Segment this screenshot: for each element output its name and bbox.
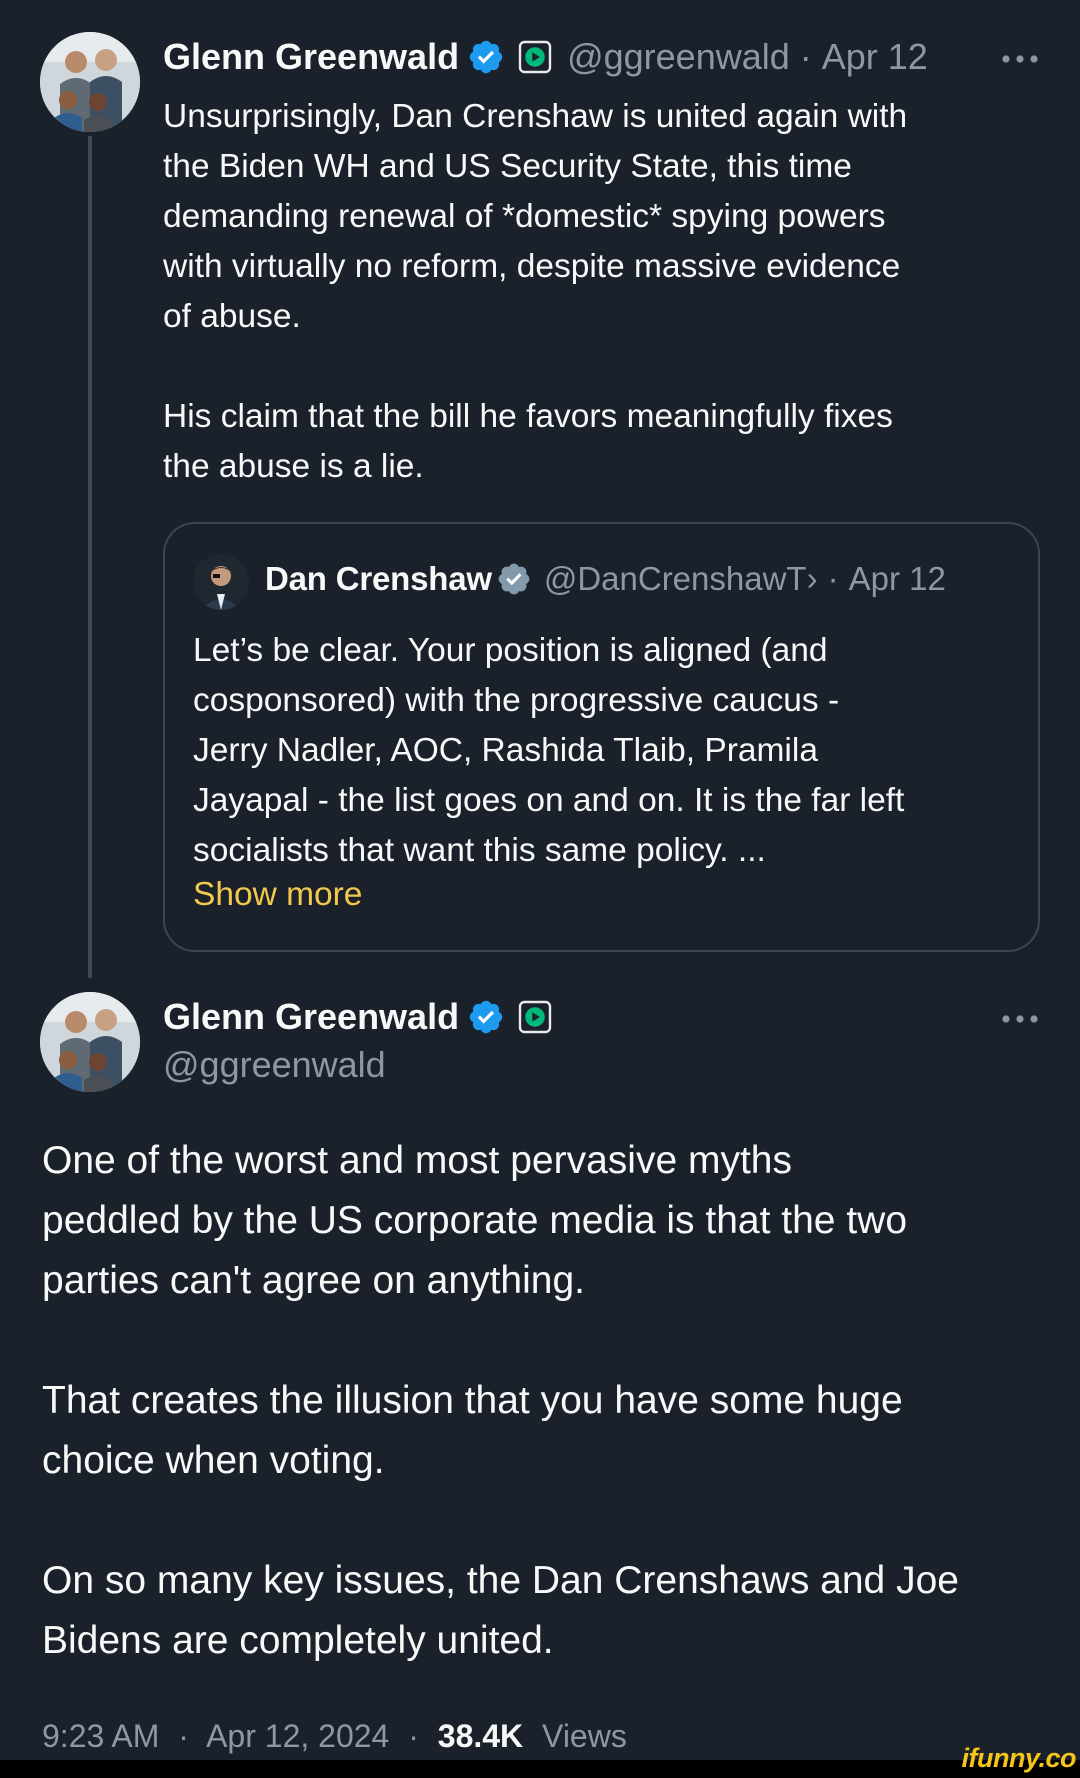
show-more-link[interactable]: Show more [193, 876, 362, 914]
quote-header: Dan Crenshaw @DanCrenshawT› · Apr 12 [265, 560, 946, 598]
tweet-thread-screen: Glenn Greenwald @ggreenwald · Apr 12 Uns… [0, 0, 1080, 1760]
separator-dot: · [408, 1718, 419, 1754]
avatar-photo [193, 554, 249, 610]
avatar-photo [40, 992, 140, 1092]
views-count[interactable]: 38.4K [438, 1718, 523, 1754]
avatar[interactable] [40, 32, 140, 132]
thread-connector-line [88, 136, 92, 978]
handle[interactable]: @ggreenwald [567, 36, 790, 78]
footer-bar [0, 1760, 1080, 1778]
separator-dot: · [799, 36, 812, 77]
parent-tweet-header: Glenn Greenwald @ggreenwald · Apr 12 [163, 36, 928, 78]
ifunny-watermark: ifunny.co [961, 1743, 1077, 1773]
verified-badge-icon[interactable] [467, 998, 505, 1036]
display-name[interactable]: Glenn Greenwald [163, 36, 459, 78]
parent-tweet-text: Unsurprisingly, Dan Crenshaw is united a… [163, 98, 908, 485]
quote-display-name[interactable]: Dan Crenshaw [265, 560, 492, 598]
play-badge-icon[interactable] [517, 999, 553, 1035]
quote-text: Let’s be clear. Your position is aligned… [193, 632, 905, 869]
verified-badge-icon[interactable] [467, 38, 505, 76]
avatar-photo [40, 32, 140, 132]
tweet-full-date[interactable]: Apr 12, 2024 [206, 1718, 389, 1754]
play-badge-icon[interactable] [517, 39, 553, 75]
quote-avatar[interactable] [193, 554, 249, 610]
main-tweet-header: Glenn Greenwald [163, 996, 553, 1038]
separator-dot: · [827, 560, 839, 597]
tweet-meta: 9:23 AM · Apr 12, 2024 · 38.4K Views [42, 1718, 627, 1755]
display-name[interactable]: Glenn Greenwald [163, 996, 459, 1038]
more-dots-icon[interactable] [1000, 53, 1040, 65]
quote-handle[interactable]: @DanCrenshawT› [544, 560, 818, 598]
tweet-date[interactable]: Apr 12 [822, 36, 928, 78]
handle[interactable]: @ggreenwald [163, 1044, 386, 1086]
separator-dot: · [178, 1718, 189, 1754]
views-label: Views [542, 1718, 627, 1754]
main-tweet-text: One of the worst and most pervasive myth… [42, 1139, 959, 1662]
more-dots-icon[interactable] [1000, 1013, 1040, 1025]
quote-tweet-card[interactable]: Dan Crenshaw @DanCrenshawT› · Apr 12 Let… [163, 522, 1040, 952]
quote-date[interactable]: Apr 12 [849, 560, 946, 598]
tweet-time[interactable]: 9:23 AM [42, 1718, 159, 1754]
avatar[interactable] [40, 992, 140, 1092]
verified-gray-badge-icon[interactable] [496, 561, 532, 597]
